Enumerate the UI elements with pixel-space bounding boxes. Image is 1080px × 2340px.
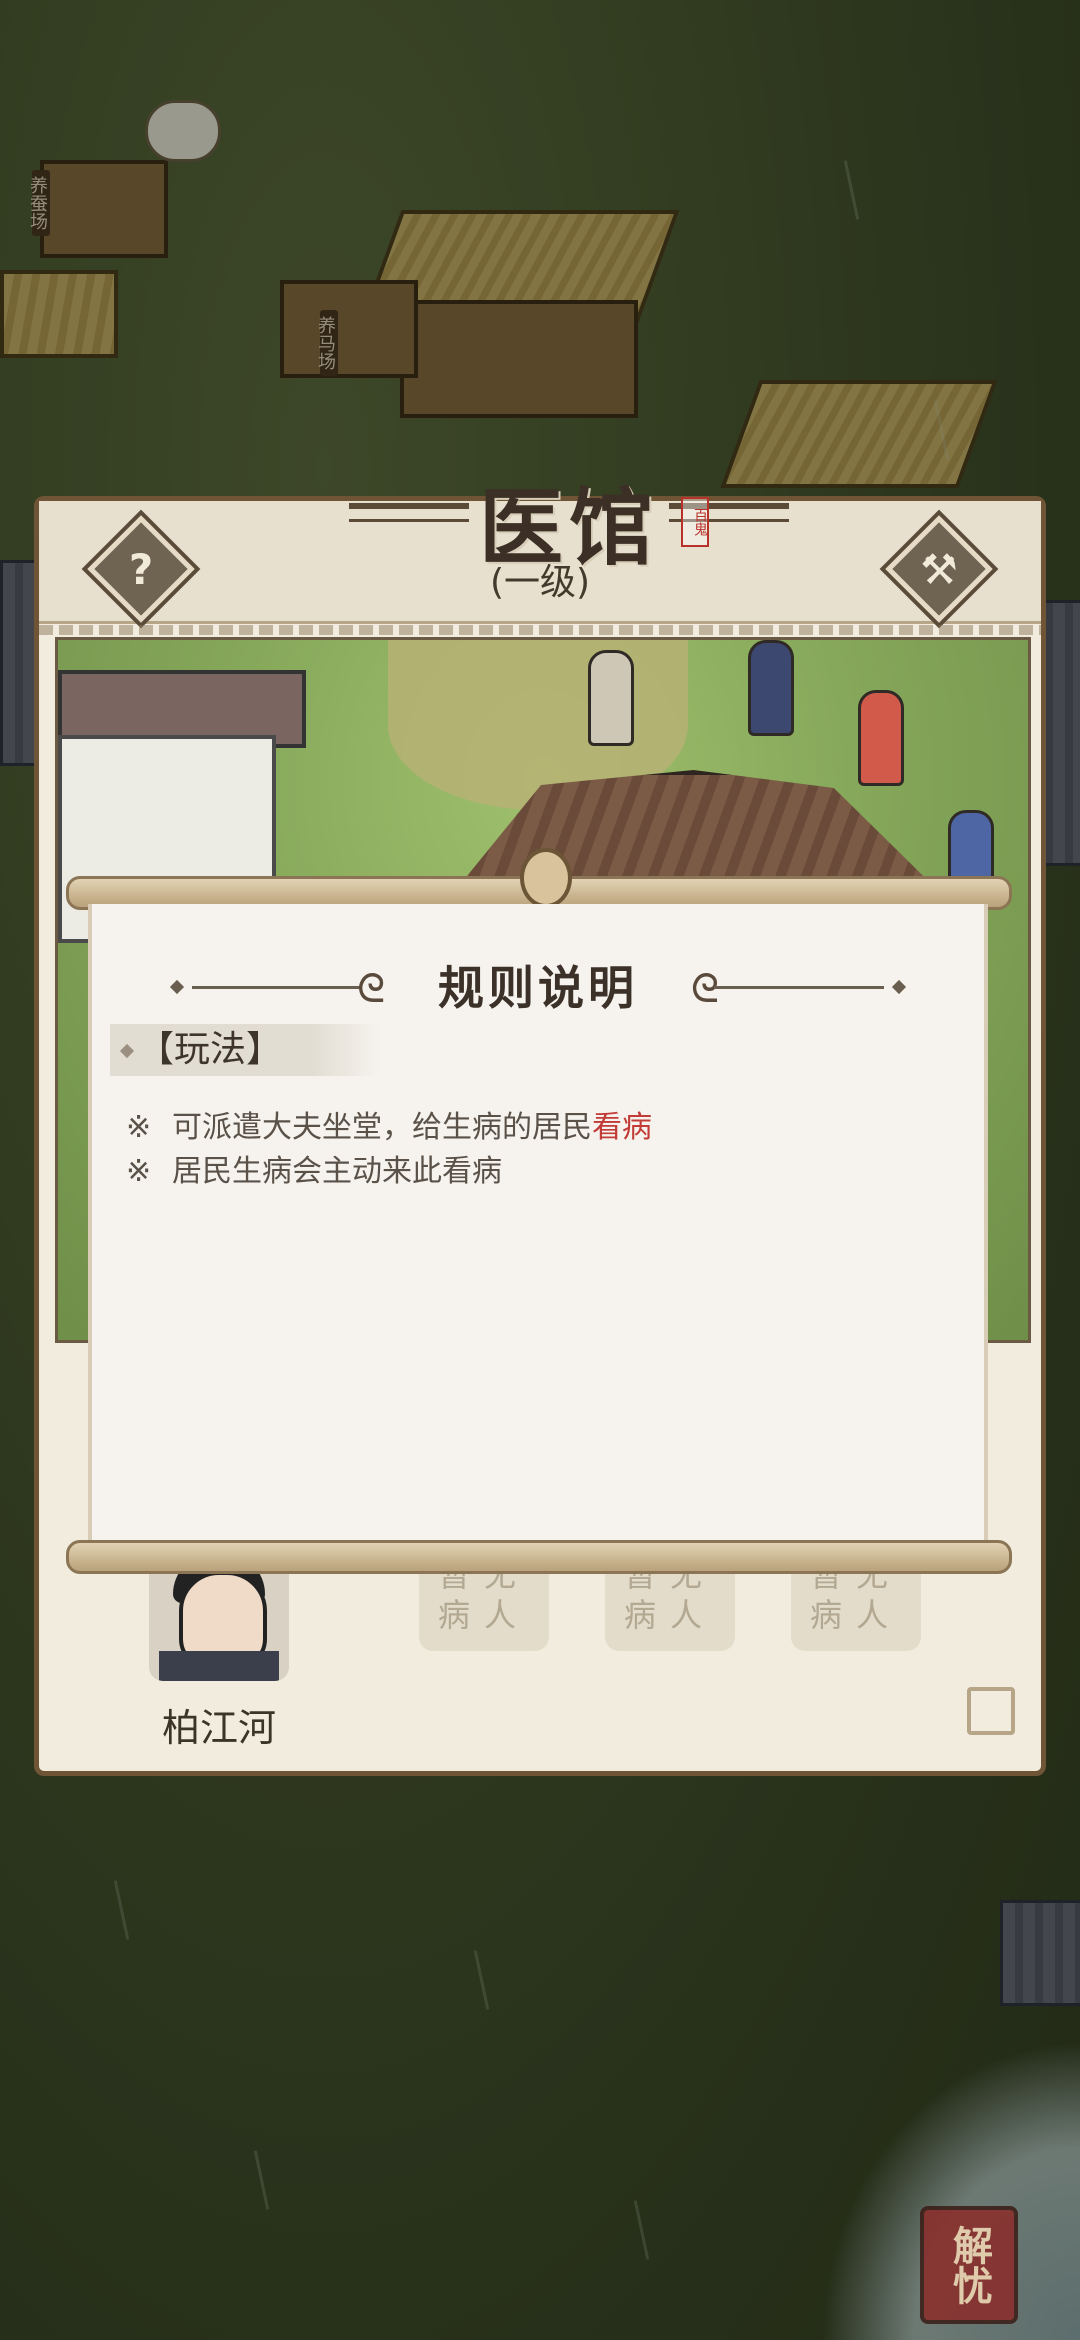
title-line-right [714, 986, 884, 989]
rules-list: ※ 可派遣大夫坐堂，给生病的居民看病 ※ 居民生病会主动来此看病 [126, 1106, 954, 1194]
rule-text: 居民生病会主动来此看病 [172, 1154, 502, 1189]
dialog-title: 规则说明 [438, 961, 638, 1015]
slot-label-line2: 病人 [437, 1596, 530, 1634]
red-seal-stamp: 百鬼 [681, 497, 709, 547]
villager-figure [748, 640, 794, 736]
section-heading: 【玩法】 [110, 1024, 380, 1076]
slot-label-line2: 病人 [809, 1596, 902, 1634]
villager-figure [858, 690, 904, 786]
jieyou-button[interactable]: 解忧 [920, 2206, 1018, 2324]
rule-mark: ※ [126, 1154, 152, 1189]
rule-highlight: 看病 [592, 1110, 652, 1145]
panel-title: 医馆 [478, 478, 659, 577]
rule-item: ※ 居民生病会主动来此看病 [126, 1150, 954, 1194]
slot-label-line2: 病人 [623, 1596, 716, 1634]
doctor-name: 柏江河 [161, 1706, 276, 1750]
dialog-title-row: ᘓ 规则说明 ᘓ [92, 952, 984, 1015]
cloud-swirl-icon: ᘓ [690, 966, 719, 1012]
title-decoration [349, 503, 469, 522]
scroll-rod-bottom [66, 1540, 1012, 1574]
rule-mark: ※ [126, 1110, 152, 1145]
corner-ornament [967, 1687, 1015, 1735]
villager-figure [588, 650, 634, 746]
scroll-knot-icon [520, 848, 572, 908]
rule-text: 可派遣大夫坐堂，给生病的居民 [172, 1110, 592, 1145]
doctor-robe [159, 1651, 279, 1681]
rule-item: ※ 可派遣大夫坐堂，给生病的居民看病 [126, 1106, 954, 1150]
rules-dialog: ᘓ 规则说明 ᘓ 【玩法】 ※ 可派遣大夫坐堂，给生病的居民看病 ※ 居民生病会主动… [88, 904, 988, 1540]
panel-title-banner: 医馆 百鬼 [349, 461, 789, 577]
